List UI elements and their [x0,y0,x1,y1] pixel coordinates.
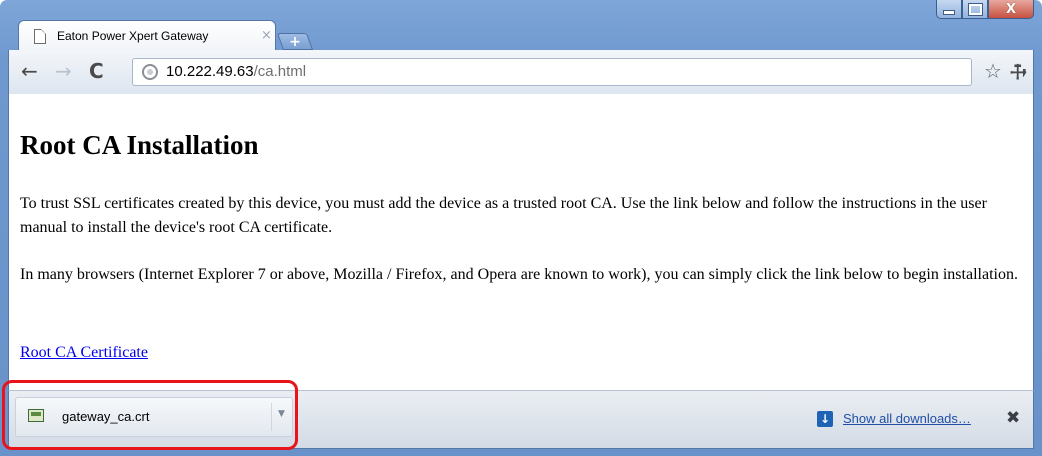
page-icon [34,29,46,44]
window-controls: X [936,0,1034,20]
browser-note-paragraph: In many browsers (Internet Explorer 7 or… [20,266,1018,283]
highlight-annotation [2,380,298,450]
root-ca-certificate-link[interactable]: Root CA Certificate [20,344,148,362]
tab-close-icon[interactable]: × [261,28,272,43]
close-window-button[interactable]: X [988,0,1034,19]
tab-title: Eaton Power Xpert Gateway [57,29,209,43]
url-host: 10.222.49.63 [166,63,254,80]
new-tab-button[interactable]: + [276,33,314,50]
download-arrow-icon: ↓ [817,411,833,427]
show-all-downloads-link[interactable]: Show all downloads… [843,411,971,426]
maximize-icon [967,2,983,16]
url-path: /ca.html [253,63,307,80]
page-title: Root CA Installation [20,130,259,160]
url-text[interactable]: 10.222.49.63/ca.html [166,63,306,80]
close-icon: X [1005,1,1017,17]
browser-window: X Eaton Power Xpert Gateway × + ← → C 10… [0,0,1042,456]
page-content: Root CA Installation To trust SSL certif… [8,94,1034,390]
back-arrow-icon[interactable]: ← [21,59,38,83]
reload-icon[interactable]: C [89,59,104,83]
intro-paragraph: To trust SSL certificates created by thi… [20,195,987,236]
close-shelf-icon[interactable]: ✖ [1006,408,1020,428]
minimize-button[interactable] [936,0,962,19]
tab-eaton-gateway[interactable]: Eaton Power Xpert Gateway × [18,20,276,51]
plus-icon: + [289,33,301,50]
maximize-button[interactable] [962,0,988,19]
wrench-icon[interactable]: ⚒ [1003,57,1032,86]
address-bar[interactable]: 10.222.49.63/ca.html [132,58,972,86]
forward-arrow-icon[interactable]: → [55,59,72,83]
browser-toolbar: ← → C 10.222.49.63/ca.html ☆ ⚒ [8,50,1034,94]
minimize-icon [943,9,955,15]
globe-icon [142,64,158,80]
bookmark-star-icon[interactable]: ☆ [984,59,1002,83]
